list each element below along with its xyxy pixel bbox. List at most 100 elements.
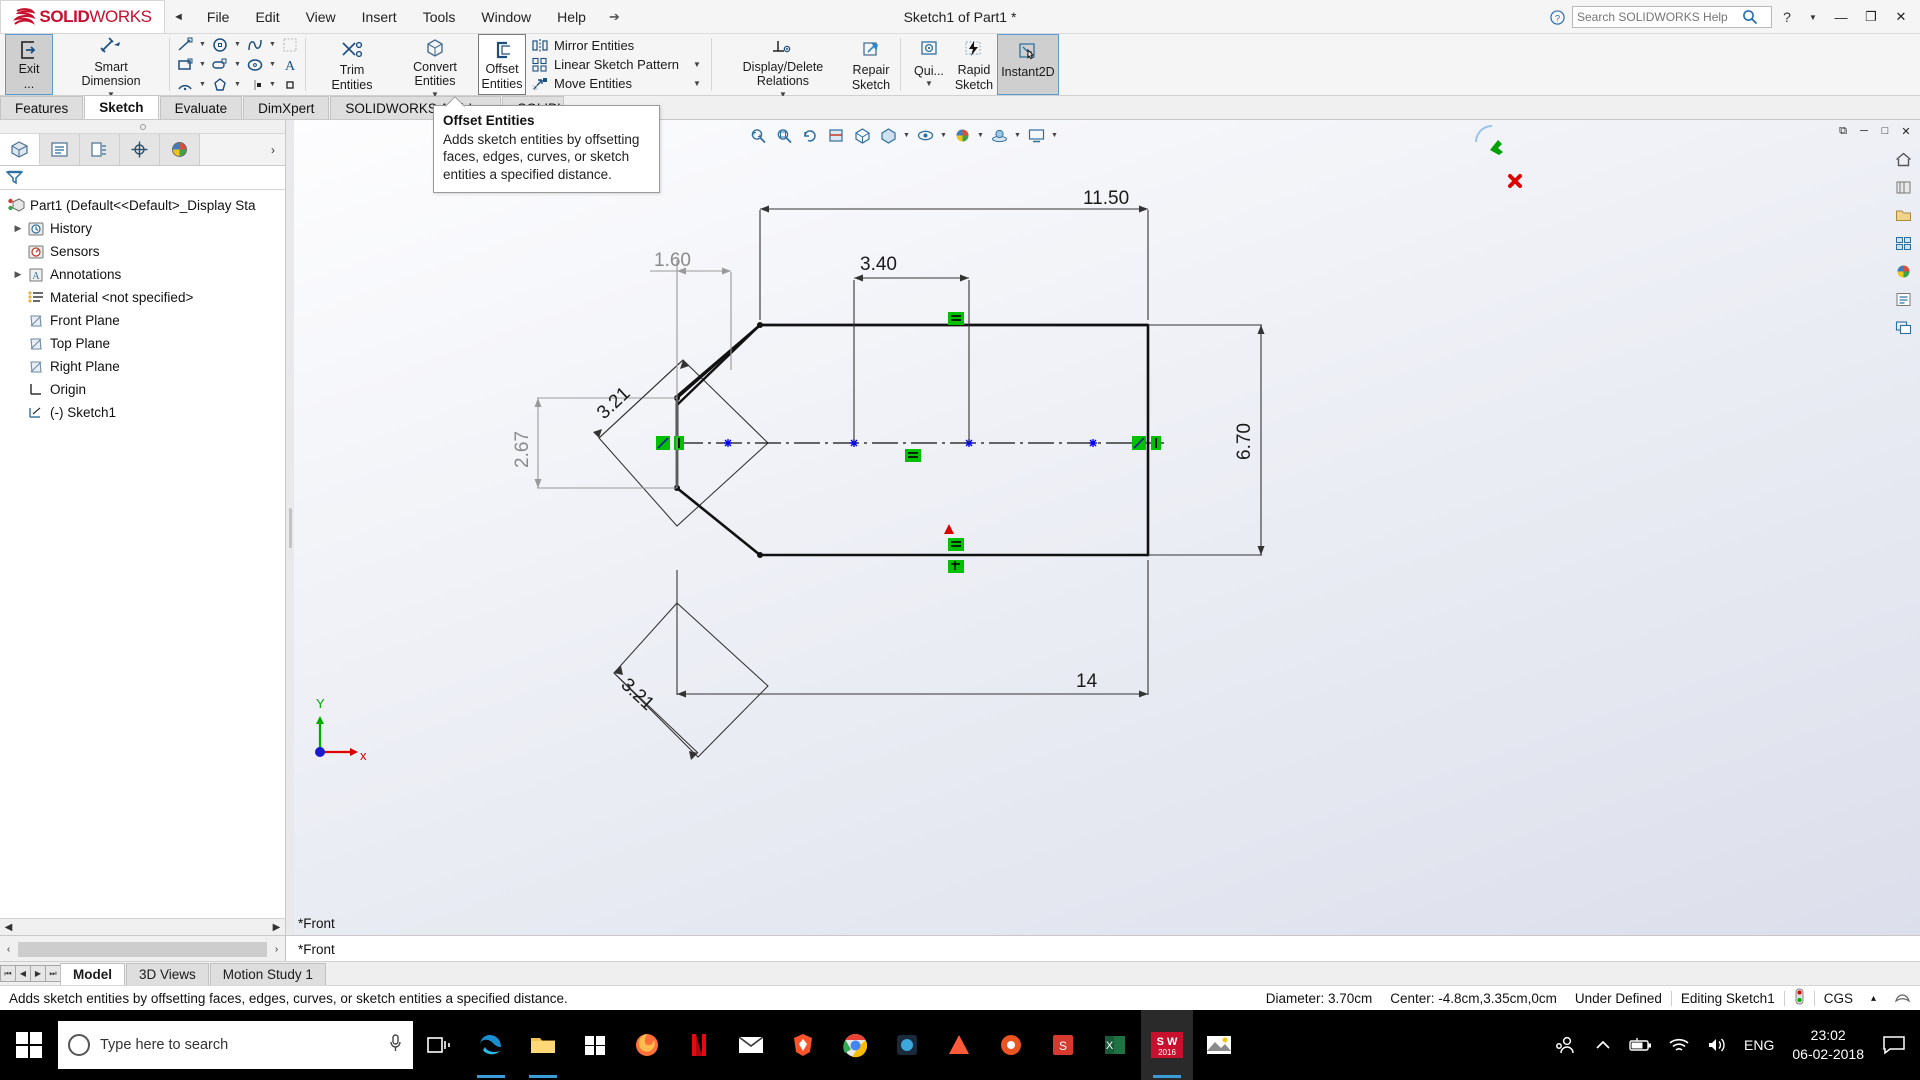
tree-item-front-plane[interactable]: Front Plane	[2, 309, 285, 332]
feature-manager-tab[interactable]	[0, 134, 40, 165]
tree-item-origin[interactable]: Origin	[2, 378, 285, 401]
first-tab-button[interactable]: ⏮	[0, 965, 16, 982]
rectangle-tool-caret-icon[interactable]: ▼	[197, 61, 208, 68]
tab-3d-views[interactable]: 3D Views	[126, 962, 209, 985]
ubuntu-icon[interactable]	[985, 1010, 1037, 1080]
language-indicator[interactable]: ENG	[1736, 1037, 1782, 1053]
dimension-inner-width[interactable]	[853, 274, 970, 444]
expand-arrow-icon[interactable]: ▶	[10, 223, 26, 234]
tab-dimxpert[interactable]: DimXpert	[243, 96, 330, 119]
sketch-profile-lines[interactable]	[675, 323, 1150, 557]
menu-item-tools[interactable]: Tools	[410, 5, 469, 29]
menu-item-window[interactable]: Window	[468, 5, 544, 29]
manager-tabs-overflow-icon[interactable]: ›	[261, 134, 285, 165]
dimension-offset-width[interactable]	[650, 260, 732, 488]
battery-icon[interactable]	[1622, 1010, 1660, 1080]
move-entities-item[interactable]: Move Entities ▼	[526, 74, 705, 93]
tab-model[interactable]: Model	[60, 962, 125, 985]
maximize-button[interactable]: ❐	[1858, 4, 1884, 30]
tab-evaluate[interactable]: Evaluate	[159, 96, 243, 119]
polygon-tool-icon[interactable]	[208, 75, 232, 94]
help-search-box[interactable]	[1572, 6, 1772, 28]
grid-tool-icon[interactable]	[278, 35, 302, 54]
move-entities-caret-icon[interactable]: ▼	[679, 79, 701, 88]
help-button[interactable]: ?	[1776, 6, 1798, 28]
status-units[interactable]: CGS	[1815, 991, 1862, 1006]
file-explorer-icon[interactable]	[517, 1010, 569, 1080]
sldworks-red-icon[interactable]: S	[1037, 1010, 1089, 1080]
dimension-left-height-label[interactable]: 2.67	[512, 431, 533, 468]
photos-icon[interactable]	[1193, 1010, 1245, 1080]
start-button[interactable]	[0, 1010, 58, 1080]
quick-snaps-button[interactable]: Qui... ▼	[907, 34, 951, 95]
last-tab-button[interactable]: ⏭	[45, 965, 61, 982]
help-circle-icon[interactable]: ?	[1546, 6, 1568, 28]
display-manager-tab[interactable]	[160, 134, 200, 165]
convert-entities-button[interactable]: Convert Entities ▼	[392, 34, 478, 99]
prev-tab-button[interactable]: ◀	[15, 965, 31, 982]
minimize-button[interactable]: —	[1828, 4, 1854, 30]
excel-icon[interactable]: X	[1089, 1010, 1141, 1080]
text-tool-icon[interactable]: A	[278, 55, 302, 74]
tree-item-annotations[interactable]: ▶ A Annotations	[2, 263, 285, 286]
menu-item-edit[interactable]: Edit	[242, 5, 292, 29]
dimension-bottom-width-label[interactable]: 14	[1076, 671, 1098, 692]
dimension-top-width-label[interactable]: 11.50	[1083, 188, 1129, 209]
circle-tool-icon[interactable]	[208, 35, 232, 54]
spline-tool-icon[interactable]	[243, 35, 267, 54]
slot-tool-caret-icon[interactable]: ▼	[232, 61, 243, 68]
point-tool-icon[interactable]	[243, 75, 267, 94]
solidworks-icon[interactable]: S W 2016	[1141, 1010, 1193, 1080]
tree-item-sensors[interactable]: Sensors	[2, 240, 285, 263]
slot-tool-icon[interactable]	[208, 55, 232, 74]
ellipse-tool-caret-icon[interactable]: ▼	[267, 61, 278, 68]
menu-collapse-icon[interactable]: ◄	[173, 11, 184, 23]
tree-item-material[interactable]: Material <not specified>	[2, 286, 285, 309]
rapid-sketch-button[interactable]: Rapid Sketch	[951, 34, 997, 95]
exit-sketch-button[interactable]: Exit ...	[5, 34, 53, 95]
mail-icon[interactable]	[725, 1010, 777, 1080]
next-tab-button[interactable]: ▶	[30, 965, 46, 982]
repair-sketch-button[interactable]: Repair Sketch	[848, 34, 894, 95]
taskbar-search-box[interactable]: Type here to search	[58, 1021, 413, 1069]
linear-sketch-pattern-item[interactable]: Linear Sketch Pattern ▼	[526, 55, 705, 74]
scroll-track[interactable]	[17, 920, 268, 934]
sketch-confirm-corner[interactable]	[1475, 125, 1522, 188]
dimension-inner-width-label[interactable]: 3.40	[860, 254, 897, 275]
tab-sketch[interactable]: Sketch	[84, 95, 159, 119]
configuration-manager-tab[interactable]	[80, 134, 120, 165]
status-units-caret-icon[interactable]: ▴	[1862, 993, 1885, 1004]
scroll-left-icon[interactable]: ◀	[0, 922, 17, 933]
linear-sketch-pattern-caret-icon[interactable]: ▼	[679, 60, 701, 69]
tree-horizontal-scrollbar[interactable]: ◀ ▶	[0, 918, 285, 935]
display-delete-relations-button[interactable]: Display/Delete Relations ▼	[718, 34, 848, 99]
sheet-scroll-right-icon[interactable]: ›	[268, 944, 285, 955]
panel-drag-handle[interactable]	[0, 120, 285, 134]
sheet-bar-scroll[interactable]: ‹ ›	[0, 936, 286, 962]
task-view-icon[interactable]	[413, 1010, 465, 1080]
tab-motion-study-1[interactable]: Motion Study 1	[209, 962, 326, 985]
tree-item-right-plane[interactable]: Right Plane	[2, 355, 285, 378]
autodesk-icon[interactable]	[933, 1010, 985, 1080]
property-manager-tab[interactable]	[40, 134, 80, 165]
help-dropdown-icon[interactable]: ▼	[1802, 6, 1824, 28]
mirror-entities-item[interactable]: Mirror Entities	[526, 36, 705, 55]
pin-icon[interactable]: ➔	[609, 9, 620, 25]
menu-item-help[interactable]: Help	[544, 5, 599, 29]
arc-tool-icon[interactable]	[173, 75, 197, 94]
panel-splitter[interactable]	[286, 120, 294, 935]
offset-entities-button[interactable]: Offset Entities	[478, 34, 526, 95]
menu-item-file[interactable]: File	[194, 5, 243, 29]
wifi-icon[interactable]	[1660, 1010, 1698, 1080]
line-tool-icon[interactable]	[173, 35, 197, 54]
help-search-input[interactable]	[1577, 10, 1742, 24]
scroll-right-icon[interactable]: ▶	[268, 922, 285, 933]
solidworks-logo[interactable]: SOLID WORKS	[0, 0, 165, 34]
volume-icon[interactable]	[1698, 1010, 1736, 1080]
circle-tool-caret-icon[interactable]: ▼	[232, 41, 243, 48]
menu-item-insert[interactable]: Insert	[349, 5, 410, 29]
centerline[interactable]	[677, 439, 1164, 447]
line-tool-caret-icon[interactable]: ▼	[197, 41, 208, 48]
smart-dimension-button[interactable]: Smart Dimension ▼	[59, 34, 163, 99]
chrome-icon[interactable]	[829, 1010, 881, 1080]
